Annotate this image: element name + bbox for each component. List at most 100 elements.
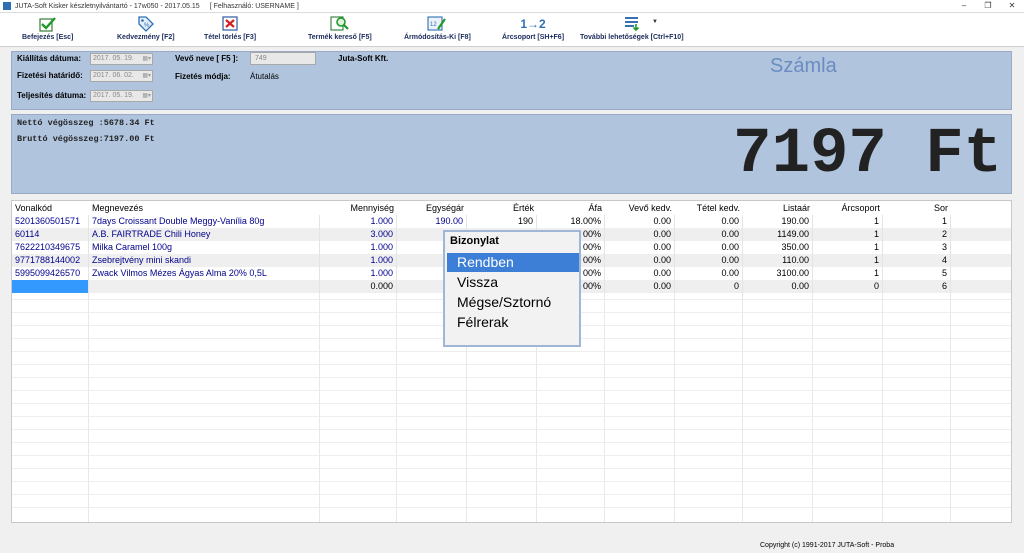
quantity-cell[interactable]: 1.000 xyxy=(320,241,397,254)
price-group-cell[interactable]: 1 xyxy=(813,267,883,280)
row-number-cell[interactable]: 2 xyxy=(883,228,951,241)
menu-item-cancel-storno[interactable]: Mégse/Sztornó xyxy=(447,293,579,312)
item-discount-cell[interactable]: 0.00 xyxy=(675,267,743,280)
list-price-cell[interactable]: 3100.00 xyxy=(743,267,813,280)
column-header[interactable]: Tétel kedv. xyxy=(675,202,743,215)
item-discount-cell[interactable]: 0 xyxy=(675,280,743,293)
minimize-button[interactable]: – xyxy=(952,0,976,12)
list-price-cell[interactable]: 1149.00 xyxy=(743,228,813,241)
quantity-cell[interactable]: 1.000 xyxy=(320,215,397,228)
price-edit-button[interactable]: 12 Ármódosítás-Ki [F8] xyxy=(404,14,471,45)
customer-code-field[interactable]: 749 xyxy=(250,52,316,65)
table-row[interactable]: 5201360501571 7days Croissant Double Meg… xyxy=(12,215,1011,228)
calendar-icon[interactable]: ▦▾ xyxy=(139,55,151,63)
barcode-cell[interactable]: 9771788144002 xyxy=(12,254,89,267)
product-search-button[interactable]: Termék kereső [F5] xyxy=(308,14,372,45)
price-group-cell[interactable]: 0 xyxy=(813,280,883,293)
delete-item-button[interactable]: Tétel törlés [F3] xyxy=(204,14,256,45)
row-number-cell[interactable]: 1 xyxy=(883,215,951,228)
product-name-cell[interactable]: Zsebrejtvény mini skandi xyxy=(89,254,320,267)
customer-discount-cell[interactable]: 0.00 xyxy=(605,267,675,280)
product-name-cell[interactable]: Zwack Vilmos Mézes Ágyas Alma 20% 0,5L xyxy=(89,267,320,280)
customer-discount-cell[interactable]: 0.00 xyxy=(605,228,675,241)
column-header[interactable]: Vonalkód xyxy=(12,202,89,215)
list-price-cell[interactable]: 0.00 xyxy=(743,280,813,293)
column-header[interactable]: Mennyiség xyxy=(320,202,397,215)
item-discount-cell[interactable]: 0.00 xyxy=(675,228,743,241)
menu-item-set-aside[interactable]: Félrerak xyxy=(447,313,579,332)
price-group-cell[interactable]: 1 xyxy=(813,254,883,267)
value-cell[interactable]: 190 xyxy=(467,215,537,228)
item-discount-cell[interactable]: 0.00 xyxy=(675,254,743,267)
customer-discount-cell[interactable]: 0.00 xyxy=(605,215,675,228)
column-header[interactable]: Áfa xyxy=(537,202,605,215)
maximize-button[interactable]: ❐ xyxy=(976,0,1000,12)
column-header[interactable]: Vevő kedv. xyxy=(605,202,675,215)
price-group-icon: 1→2 xyxy=(520,16,546,31)
quantity-cell[interactable]: 1.000 xyxy=(320,267,397,280)
price-edit-icon: 12 xyxy=(426,14,448,33)
gross-total-line: Bruttó végösszeg:7197.00 Ft xyxy=(17,134,155,144)
column-header[interactable]: Árcsoport xyxy=(813,202,883,215)
column-header[interactable]: Egységár xyxy=(397,202,467,215)
product-name-cell[interactable]: A.B. FAIRTRADE Chili Honey xyxy=(89,228,320,241)
calendar-icon[interactable]: ▦▾ xyxy=(139,72,151,80)
check-icon xyxy=(39,14,57,33)
app-icon xyxy=(3,2,11,10)
copyright-text: Copyright (c) 1991-2017 JUTA-Soft - Prob… xyxy=(760,542,895,549)
close-button[interactable]: ✕ xyxy=(1000,0,1024,12)
discount-button[interactable]: % Kedvezmény [F2] xyxy=(117,14,175,45)
customer-label: Vevő neve [ F5 ]: xyxy=(175,54,239,63)
due-date-field[interactable]: 2017. 06. 02. ▦▾ xyxy=(90,70,153,82)
row-number-cell[interactable]: 5 xyxy=(883,267,951,280)
issue-date-field[interactable]: 2017. 05. 19. ▦▾ xyxy=(90,53,153,65)
list-price-cell[interactable]: 350.00 xyxy=(743,241,813,254)
finish-button[interactable]: Befejezés [Esc] xyxy=(22,14,73,45)
price-group-cell[interactable]: 1 xyxy=(813,241,883,254)
document-type-label: Számla xyxy=(770,55,837,77)
price-group-button[interactable]: 1→2 Árcsoport [SH+F6] xyxy=(502,14,564,45)
column-header[interactable]: Megnevezés xyxy=(89,202,320,215)
barcode-input-cell[interactable] xyxy=(12,280,89,293)
row-number-cell[interactable]: 6 xyxy=(883,280,951,293)
unit-price-cell[interactable]: 190.00 xyxy=(397,215,467,228)
barcode-cell[interactable]: 5201360501571 xyxy=(12,215,89,228)
quantity-cell[interactable]: 1.000 xyxy=(320,254,397,267)
product-name-cell[interactable] xyxy=(89,280,320,293)
barcode-cell[interactable]: 7622210349675 xyxy=(12,241,89,254)
grand-total-display: 7197 Ft xyxy=(733,119,1002,191)
product-name-cell[interactable]: Milka Caramel 100g xyxy=(89,241,320,254)
row-number-cell[interactable]: 4 xyxy=(883,254,951,267)
product-name-cell[interactable]: 7days Croissant Double Meggy-Vanília 80g xyxy=(89,215,320,228)
more-options-button[interactable]: További lehetőségek [Ctrl+F10] xyxy=(580,14,684,45)
price-group-cell[interactable]: 1 xyxy=(813,228,883,241)
vat-cell[interactable]: 18.00% xyxy=(537,215,605,228)
fulfilment-date-field[interactable]: 2017. 05. 19. ▦▾ xyxy=(90,90,153,102)
document-action-menu: Bizonylat Rendben Vissza Mégse/Sztornó F… xyxy=(443,230,581,347)
column-header[interactable]: Sor xyxy=(883,202,951,215)
fulfilment-date-label: Teljesítés dátuma: xyxy=(17,91,87,100)
calendar-icon[interactable]: ▦▾ xyxy=(139,92,151,100)
quantity-cell[interactable]: 0.000 xyxy=(320,280,397,293)
barcode-cell[interactable]: 60114 xyxy=(12,228,89,241)
barcode-cell[interactable]: 5995099426570 xyxy=(12,267,89,280)
customer-discount-cell[interactable]: 0.00 xyxy=(605,241,675,254)
status-bar: Copyright (c) 1991-2017 JUTA-Soft - Prob… xyxy=(0,540,1024,553)
quantity-cell[interactable]: 3.000 xyxy=(320,228,397,241)
more-options-dropdown-icon[interactable]: ▼ xyxy=(652,19,658,25)
price-group-cell[interactable]: 1 xyxy=(813,215,883,228)
delete-item-icon xyxy=(221,14,239,33)
menu-item-back[interactable]: Vissza xyxy=(447,273,579,292)
list-price-cell[interactable]: 110.00 xyxy=(743,254,813,267)
payment-method-value: Átutalás xyxy=(250,72,279,81)
customer-name: Juta-Soft Kft. xyxy=(338,54,389,63)
customer-discount-cell[interactable]: 0.00 xyxy=(605,280,675,293)
customer-discount-cell[interactable]: 0.00 xyxy=(605,254,675,267)
item-discount-cell[interactable]: 0.00 xyxy=(675,241,743,254)
row-number-cell[interactable]: 3 xyxy=(883,241,951,254)
column-header[interactable]: Érték xyxy=(467,202,537,215)
menu-item-ok[interactable]: Rendben xyxy=(447,253,579,272)
column-header[interactable]: Listaár xyxy=(743,202,813,215)
list-price-cell[interactable]: 190.00 xyxy=(743,215,813,228)
item-discount-cell[interactable]: 0.00 xyxy=(675,215,743,228)
